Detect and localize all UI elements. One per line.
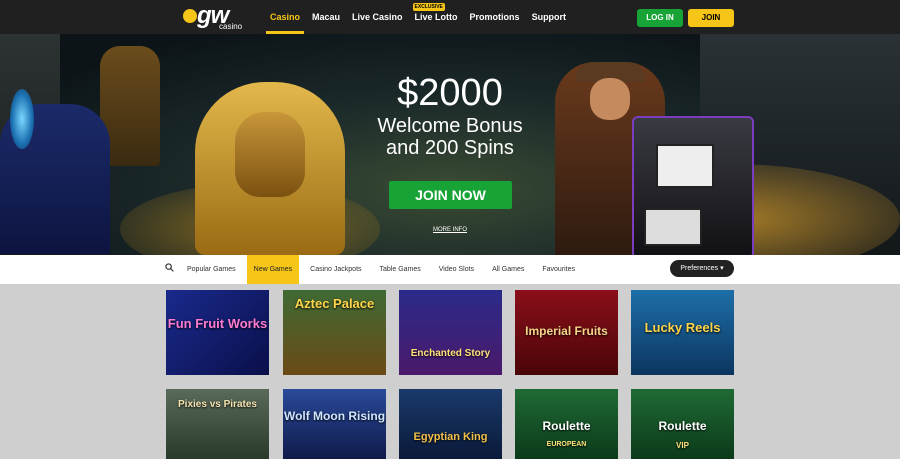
bonus-line-1: Welcome Bonus [377,115,523,137]
exclusive-badge: EXCLUSIVE [412,3,445,11]
game-tile[interactable]: Enchanted Story [399,290,502,375]
game-title: Imperial Fruits [525,324,608,338]
join-now-button[interactable]: JOIN NOW [389,181,512,209]
logo-sub: casino [219,22,243,31]
game-tile[interactable]: Lucky Reels [631,290,734,375]
category-bar: Popular Games New Games Casino Jackpots … [0,255,900,284]
more-info-link[interactable]: MORE INFO [418,227,482,233]
tab-new-games[interactable]: New Games [246,255,300,284]
tab-favourites[interactable]: Favourites [535,255,582,284]
sun-icon [183,9,197,23]
game-title: Fun Fruit Works [167,316,268,331]
bonus-amount: $2000 [397,72,503,114]
game-title: Egyptian King [413,431,488,443]
game-title: Lucky Reels [644,320,721,335]
blue-flame-image [10,89,34,149]
tab-popular-games[interactable]: Popular Games [180,255,243,284]
game-title: Wolf Moon Rising [283,409,386,423]
game-tile[interactable]: Aztec Palace [283,290,386,375]
tab-all-games[interactable]: All Games [485,255,531,284]
game-subtitle: EUROPEAN [546,441,587,448]
nav-support[interactable]: Support [526,0,573,34]
sphinx-image [195,82,345,255]
game-tile[interactable]: Roulette VIP [631,389,734,459]
bonus-line-2: and 200 Spins [386,137,514,159]
game-title: Enchanted Story [410,348,491,359]
game-tile[interactable]: Roulette EUROPEAN [515,389,618,459]
tab-video-slots[interactable]: Video Slots [432,255,481,284]
game-subtitle: VIP [676,441,689,450]
game-title: Aztec Palace [294,296,375,311]
nav-macau[interactable]: Macau [306,0,346,34]
category-tabs: Popular Games New Games Casino Jackpots … [180,255,586,284]
nav-live-lotto[interactable]: EXCLUSIVE Live Lotto [409,0,464,34]
tab-table-games[interactable]: Table Games [373,255,428,284]
login-button[interactable]: LOG IN [637,9,683,27]
game-title: Roulette [542,419,591,433]
tab-casino-jackpots[interactable]: Casino Jackpots [303,255,368,284]
game-title: Pixies vs Pirates [178,399,257,410]
game-tile[interactable]: Wolf Moon Rising [283,389,386,459]
gw-casino-logo[interactable]: gw casino [183,2,245,31]
top-navigation: gw casino Casino Macau Live Casino EXCLU… [0,0,900,34]
main-nav: Casino Macau Live Casino EXCLUSIVE Live … [264,0,572,34]
game-tile[interactable]: Imperial Fruits [515,290,618,375]
game-title: Roulette [658,419,707,433]
game-tile[interactable]: Fun Fruit Works [166,290,269,375]
chevron-down-icon: ▾ [720,265,724,272]
nav-live-casino[interactable]: Live Casino [346,0,409,34]
preferences-dropdown[interactable]: Preferences ▾ [670,260,734,277]
search-icon[interactable] [165,263,174,272]
preferences-label: Preferences [680,265,719,272]
hero-banner: $2000 Welcome Bonus and 200 Spins JOIN N… [0,34,900,255]
game-tile[interactable]: Egyptian King [399,389,502,459]
nav-promotions[interactable]: Promotions [464,0,526,34]
nav-casino[interactable]: Casino [264,0,306,34]
slot-machine-image [632,116,754,255]
game-tile[interactable]: Pixies vs Pirates [166,389,269,459]
join-button[interactable]: JOIN [688,9,734,27]
